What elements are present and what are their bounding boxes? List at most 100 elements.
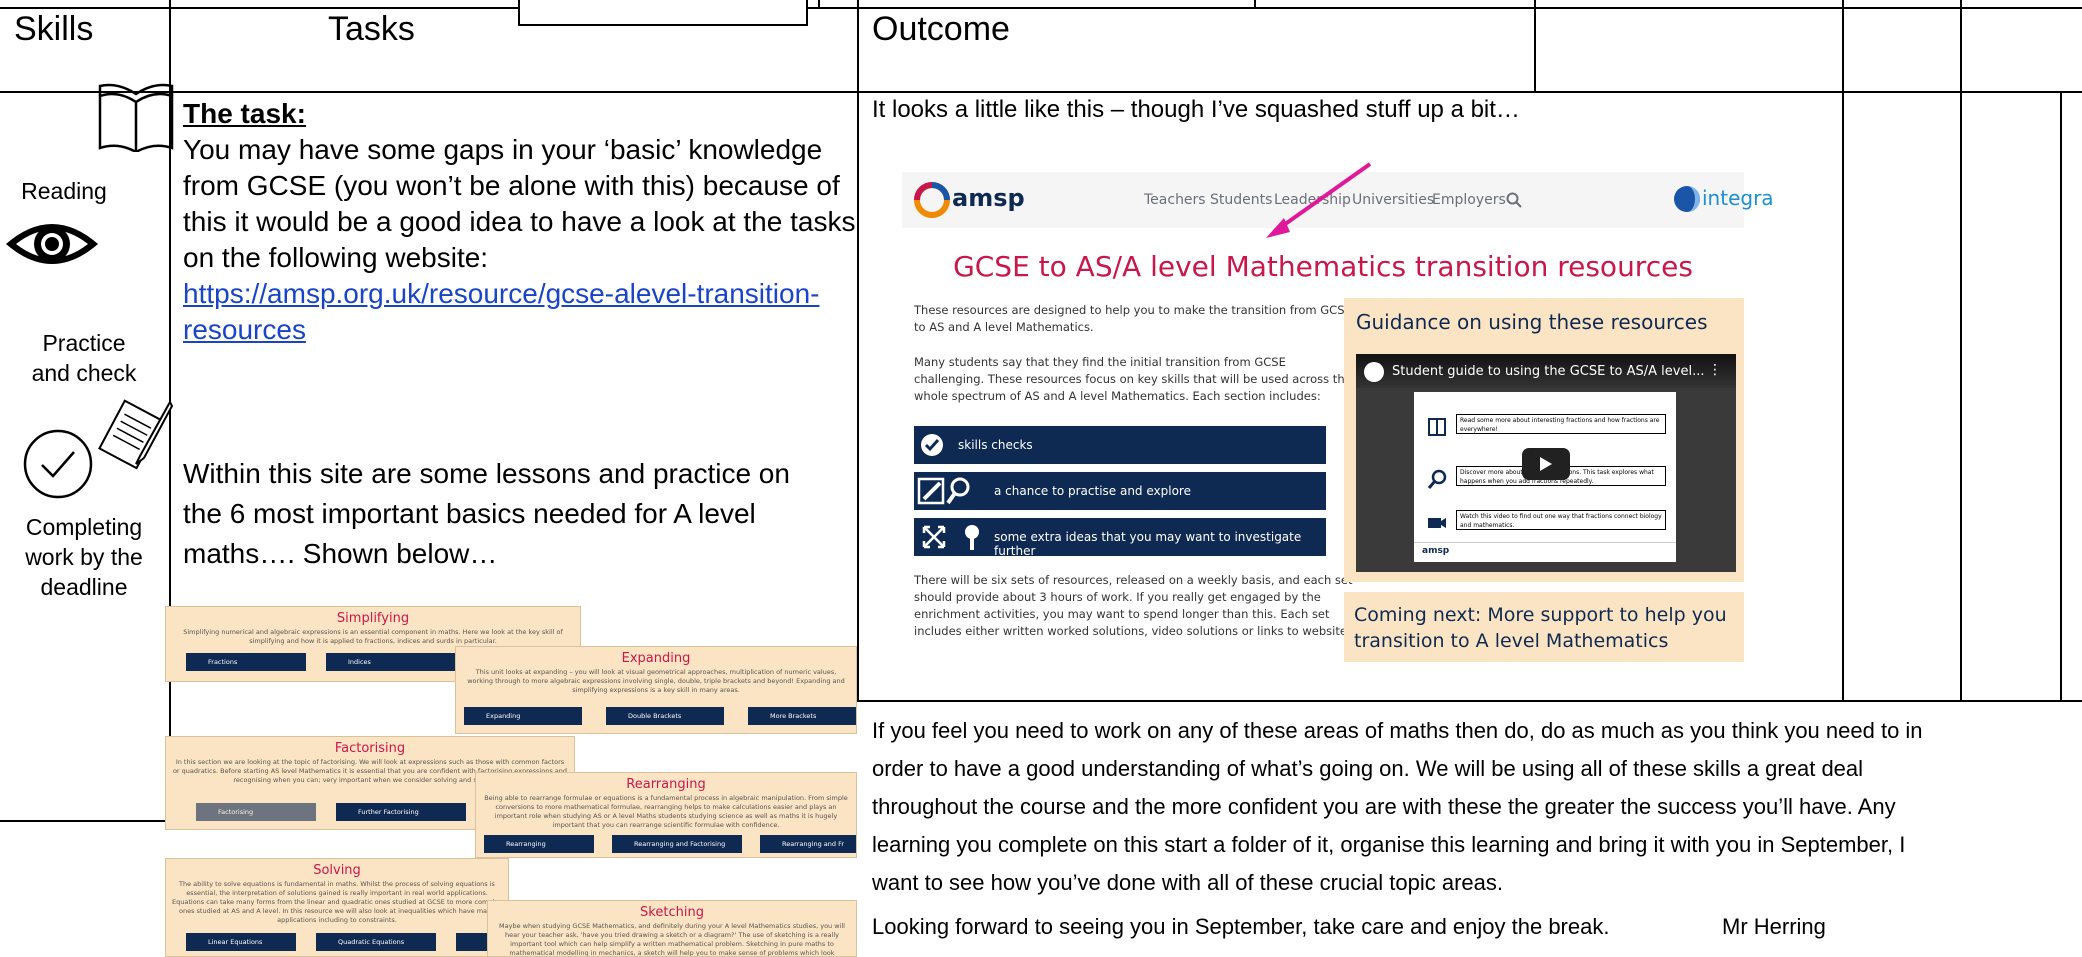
thumb-solving-title: Solving <box>313 863 361 878</box>
thumb-rearranging-btn-2[interactable]: Rearranging and Factorising <box>612 835 742 853</box>
channel-avatar <box>1364 362 1384 382</box>
skill-completing-line3: deadline <box>40 574 128 600</box>
amsp-logo-icon <box>914 182 950 218</box>
skill-reading: Reading <box>21 178 107 204</box>
checkmark-circle-icon <box>23 429 93 499</box>
tasks-column-border <box>857 0 859 700</box>
closing-line5: want to see how you’ve done with all of … <box>872 870 1504 895</box>
closing-line2: order to have a good understanding of wh… <box>872 756 1864 781</box>
thumb-sketching-title: Sketching <box>640 905 704 920</box>
task-para2-line2: the 6 most important basics needed for A… <box>183 498 756 529</box>
search-icon[interactable] <box>1506 192 1522 208</box>
outcome-column-border-1 <box>1534 0 1536 93</box>
site-intro1-line2: to AS and A level Mathematics. <box>914 320 1094 334</box>
outcome-header: Outcome <box>872 10 1010 48</box>
thumb-factorising-title: Factorising <box>334 741 406 756</box>
partner-logo-icon <box>1674 186 1700 212</box>
thumb-rearranging[interactable]: Rearranging Being able to rearrange form… <box>475 772 857 858</box>
site-intro2-line2: challenging. These resources focus on ke… <box>914 372 1352 386</box>
guidance-panel: Guidance on using these resources Studen… <box>1344 298 1744 582</box>
check-badge-icon <box>921 434 943 456</box>
outcome-column-border-4 <box>2060 93 2062 700</box>
thumb-rearranging-btn-3[interactable]: Rearranging and Fr <box>760 835 856 853</box>
resource-link-line1[interactable]: https://amsp.org.uk/resource/gcse-alevel… <box>183 276 820 312</box>
site-outro-line1: There will be six sets of resources, rel… <box>914 573 1353 587</box>
thumb-simplifying-desc: Simplifying numerical and algebraic expr… <box>183 628 563 645</box>
thumb-expanding-btn-3[interactable]: More Brackets <box>748 707 856 725</box>
thumb-expanding-btn-2[interactable]: Double Brackets <box>606 707 724 725</box>
closing-line3: throughout the course and the more confi… <box>872 794 1896 819</box>
site-outro-line2: should provide about 3 hours of work. If… <box>914 590 1321 604</box>
coming-next-line1: Coming next: More support to help you <box>1354 604 1727 626</box>
task-para1-line2: from GCSE (you won’t be alone with this)… <box>183 170 840 201</box>
thumb-sketching[interactable]: Sketching Maybe when studying GCSE Mathe… <box>487 900 857 957</box>
floating-box <box>518 0 808 26</box>
coming-next-line2: transition to A level Mathematics <box>1354 630 1669 652</box>
skill-completing-line1: Completing <box>25 514 143 540</box>
video-camera-icon <box>1428 518 1446 528</box>
thumb-simplifying-btn-1[interactable]: Fractions <box>186 653 306 671</box>
thumb-simplifying-btn-2[interactable]: Indices <box>326 653 456 671</box>
header-row-border <box>0 91 2082 93</box>
task-heading: The task: <box>183 98 306 129</box>
closing-line4: learning you complete on this start a fo… <box>872 832 1906 857</box>
outcome-column-border-3 <box>1960 0 1962 700</box>
closing-signature: Mr Herring <box>1722 914 1826 939</box>
skills-header: Skills <box>14 10 94 48</box>
site-outro-line3: enrichment activities, you may want to s… <box>914 607 1330 621</box>
thumb-solving-desc: The ability to solve equations is fundam… <box>172 880 502 924</box>
thumb-solving-btn-2[interactable]: Quadratic Equations <box>316 933 436 951</box>
expand-tree-icon <box>922 525 979 550</box>
video-player[interactable]: Student guide to using the GCSE to AS/A … <box>1356 354 1736 572</box>
thumb-expanding-btn-1[interactable]: Expanding <box>464 707 582 725</box>
site-intro2-line3: whole spectrum of AS and A level Mathema… <box>914 389 1321 403</box>
outcome-intro: It looks a little like this – though I’v… <box>872 96 1520 123</box>
partner-logo-text: integra <box>1702 186 1774 210</box>
coming-next-panel: Coming next: More support to help you tr… <box>1344 592 1744 662</box>
skill-practice-line2: and check <box>31 360 137 386</box>
thumb-expanding[interactable]: Expanding This unit looks at expanding –… <box>455 646 857 734</box>
practise-bar: a chance to practise and explore <box>914 472 1326 510</box>
video-title[interactable]: Student guide to using the GCSE to AS/A … <box>1392 364 1704 379</box>
nav-teachers[interactable]: Teachers <box>1144 192 1206 208</box>
outcome-bottom-border <box>857 700 2082 702</box>
book-stack-icon <box>1428 418 1446 436</box>
thumb-rearranging-btn-1[interactable]: Rearranging <box>484 835 594 853</box>
practise-label: a chance to practise and explore <box>994 484 1191 498</box>
video-row-3: Watch this video to find out one way tha… <box>1456 510 1666 530</box>
task-para1-line4: on the following website: <box>183 242 489 273</box>
thumb-factorising-btn-2[interactable]: Further Factorising <box>336 803 466 821</box>
thumb-expanding-title: Expanding <box>621 651 691 666</box>
closing-signoff: Looking forward to seeing you in Septemb… <box>872 914 1610 939</box>
nav-employers[interactable]: Employers <box>1432 192 1506 208</box>
header-stub-line <box>1254 0 1256 7</box>
skills-checks-bar: skills checks <box>914 426 1326 464</box>
thumb-solving-btn-1[interactable]: Linear Equations <box>186 933 296 951</box>
skills-bottom-border <box>0 820 171 822</box>
thumb-factorising-btn-1[interactable]: Factorising <box>196 803 316 821</box>
pointer-arrow-icon <box>1266 162 1372 238</box>
task-para2-line3: maths…. Shown below… <box>183 538 498 569</box>
play-button[interactable] <box>1522 448 1570 480</box>
thumb-expanding-desc: This unit looks at expanding – you will … <box>467 668 845 694</box>
video-row-1: Read some more about interesting fractio… <box>1456 414 1666 434</box>
skills-checks-label: skills checks <box>958 438 1033 452</box>
extra-ideas-label: some extra ideas that you may want to in… <box>994 530 1302 558</box>
site-intro2-line1: Many students say that they find the ini… <box>914 355 1286 369</box>
thumb-simplifying-title: Simplifying <box>336 611 410 626</box>
magnifier-icon <box>1427 469 1447 489</box>
pencil-magnifier-icon <box>917 477 970 505</box>
thumb-sketching-desc: Maybe when studying GCSE Mathematics, an… <box>499 922 845 957</box>
guidance-title: Guidance on using these resources <box>1356 310 1708 334</box>
resource-link-line2[interactable]: resources <box>183 312 306 348</box>
site-intro1-line1: These resources are designed to help you… <box>914 303 1352 317</box>
skill-completing-line2: work by the <box>25 544 143 570</box>
play-icon <box>1540 457 1552 471</box>
book-icon <box>98 83 174 152</box>
more-options-icon[interactable]: ⋮ <box>1708 362 1722 378</box>
website-screenshot: amsp Teachers Students Leadership Univer… <box>902 162 1774 662</box>
table-top-border <box>0 7 2082 9</box>
notepad-pen-icon <box>98 399 174 470</box>
amsp-logo-text: amsp <box>952 184 1025 212</box>
thumb-solving[interactable]: Solving The ability to solve equations i… <box>165 858 509 957</box>
